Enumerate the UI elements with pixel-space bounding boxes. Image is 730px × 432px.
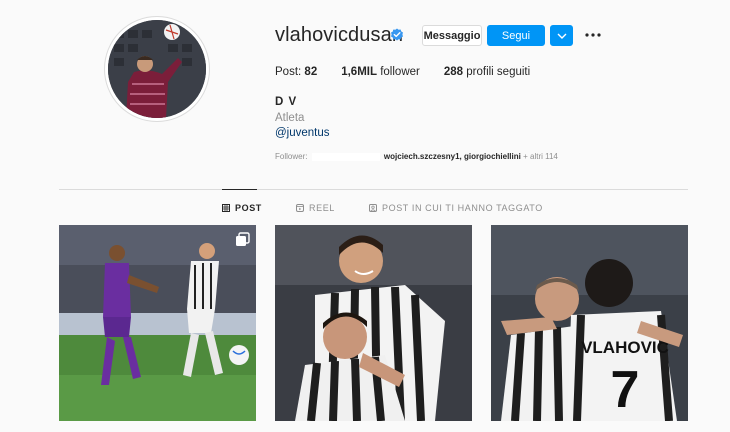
- follow-button[interactable]: Segui: [487, 25, 545, 46]
- followed-by-line[interactable]: Follower: wojciech.szczesny1, giorgiochi…: [275, 152, 558, 161]
- profile-avatar[interactable]: [104, 16, 210, 122]
- tagged-icon: [369, 204, 377, 212]
- grid-icon: [222, 204, 230, 212]
- reel-icon: [296, 204, 304, 212]
- redacted-area: [311, 152, 380, 161]
- post-thumbnail-1[interactable]: [59, 225, 256, 421]
- profile-stats: Post: 82 1,6MIL follower 288 profili seg…: [275, 66, 554, 78]
- active-tab-indicator: [222, 189, 257, 190]
- tab-posts[interactable]: POST: [222, 203, 262, 213]
- posts-count: Post: 82: [275, 66, 318, 78]
- more-options-icon[interactable]: [584, 27, 602, 43]
- tab-reels[interactable]: REEL: [296, 203, 335, 213]
- message-button[interactable]: Messaggio: [422, 25, 482, 46]
- post-thumbnail-2[interactable]: [275, 225, 472, 421]
- post-image-3: VLAHOVIĆ 7: [491, 225, 688, 421]
- avatar-photo: [108, 20, 206, 118]
- suggested-accounts-button[interactable]: [550, 25, 573, 46]
- following-count[interactable]: 288 profili seguiti: [444, 66, 530, 78]
- tabs-divider: [59, 189, 688, 190]
- profile-username: vlahovicdusan: [275, 24, 404, 46]
- followers-count[interactable]: 1,6MIL follower: [341, 66, 420, 78]
- profile-category: Atleta: [275, 112, 305, 124]
- chevron-down-icon: [557, 33, 566, 39]
- profile-full-name: D V: [275, 96, 298, 108]
- jersey-number-text: 7: [611, 361, 640, 419]
- post-thumbnail-3[interactable]: VLAHOVIĆ 7: [491, 225, 688, 421]
- post-image-1: [59, 225, 256, 421]
- post-image-2: [275, 225, 472, 421]
- jersey-name-text: VLAHOVIĆ: [581, 338, 669, 357]
- profile-link[interactable]: @juventus: [275, 127, 330, 139]
- tab-tagged[interactable]: POST IN CUI TI HANNO TAGGATO: [369, 203, 543, 213]
- verified-badge-icon: [391, 28, 403, 41]
